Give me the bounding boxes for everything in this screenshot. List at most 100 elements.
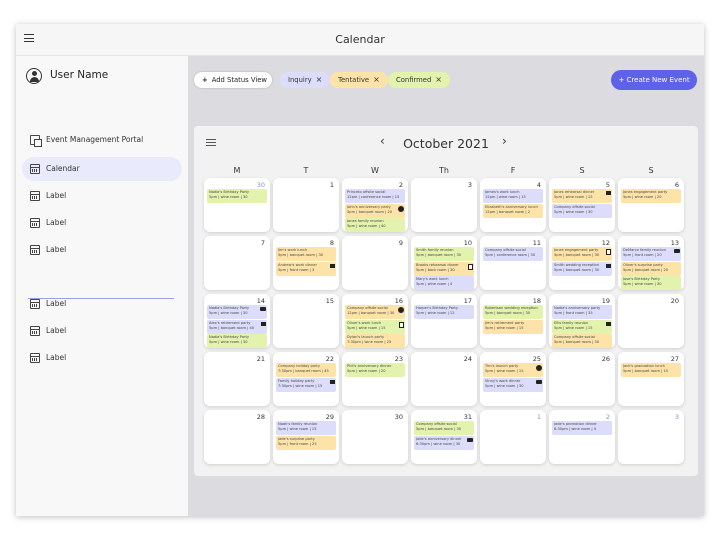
event-card[interactable]: Nadia's Birthday Party 5pm | wine room | … [207,189,267,203]
event-card[interactable]: Jim's work lunch 5pm | banquet room | 30 [276,247,336,261]
event-card[interactable]: Dylan's launch party 7:30pm | wine room |… [345,334,405,348]
add-status-view-button[interactable]: + Add Status View [194,72,272,88]
day-cell[interactable]: 6 Jones engagement party 5pm | wine room |… [618,178,684,232]
day-cell[interactable]: 1 [480,410,546,464]
event-card[interactable]: Company offsite social 5pm | banquet room… [552,334,612,348]
event-card[interactable]: Smith family reunion 5pm | banquet room |… [414,247,474,261]
day-cell[interactable]: 15 [273,294,339,348]
event-card[interactable]: Company offsite social 5pm | wine room | … [552,203,612,218]
event-card[interactable]: Company holiday party 7:30pm | banquet ro… [276,363,336,377]
day-cell[interactable]: 30 [342,410,408,464]
event-card[interactable]: Jose's Birthday Party 5pm | wine room | 3… [621,276,681,290]
day-cell[interactable]: 21 [204,352,270,406]
day-cell[interactable]: 31 Company offsite social 5pm | banquet ro… [411,410,477,464]
event-card[interactable]: Smith wedding reception 5pm | banquet roo… [552,261,612,276]
event-card[interactable]: Jones rehearsal dinner 5pm | wine room | … [552,189,612,203]
day-cell[interactable]: 28 [204,410,270,464]
event-card[interactable]: Jade's surprise party 5pm | front room | … [276,435,336,450]
day-cell[interactable]: 2 Princeto offsite social 12pm | conferenc… [342,178,408,232]
sidebar-item-label-5[interactable]: Label [22,319,182,343]
event-card[interactable]: Company offsite social 5pm | conference r… [483,247,543,261]
event-card[interactable]: Phil's anniversary dinner 5pm | wine room… [345,363,405,377]
day-cell[interactable]: 12 Jones engagement party 5pm | banquet ro… [549,236,615,290]
event-card[interactable]: Jack's graduation lunch 5pm | banquet roo… [621,363,681,377]
day-cell[interactable]: 13 DeMarco family reunion 5pm | front room… [618,236,684,290]
day-cell[interactable]: 11 Company offsite social 5pm | conference… [480,236,546,290]
event-card[interactable]: Jade's anniversary dinner 6:30pm | wine r… [414,435,474,450]
event-card[interactable]: Alex's retirement party 5pm | banquet roo… [207,319,267,334]
filter-chip-inquiry[interactable]: Inquiry × [280,72,331,88]
day-cell[interactable]: 17 Harper's Birthday Party 5pm | wine room… [411,294,477,348]
day-cell[interactable]: 5 Jones rehearsal dinner 5pm | wine room |… [549,178,615,232]
event-card[interactable]: Jones engagement party 5pm | banquet room… [552,247,612,261]
day-cell[interactable]: 18 Robertson wedding reception 5pm | banqu… [480,294,546,348]
sidebar-item-event-management-portal[interactable]: Event Management Portal [22,128,182,152]
prev-month-button[interactable]: ‹ [380,134,385,148]
event-card[interactable]: Vinny's work dinner 5pm | wine room | 30 [483,377,543,392]
day-cell[interactable]: 27 Jack's graduation lunch 5pm | banquet r… [618,352,684,406]
day-cell[interactable]: 7 [204,236,270,290]
event-card[interactable]: Princeto offsite social 12pm | conference… [345,189,405,203]
day-cell[interactable]: 30 Nadia's Birthday Party 5pm | wine room … [204,178,270,232]
day-cell[interactable]: 14 Nadia's Birthday Party 5pm | wine room … [204,294,270,348]
day-cell[interactable]: 8 Jim's work lunch 5pm | banquet room | 30… [273,236,339,290]
day-cell[interactable]: 10 Smith family reunion 5pm | banquet room… [411,236,477,290]
filter-settings-icon[interactable] [206,138,216,147]
sidebar-item-label-4[interactable]: Label [22,292,182,316]
event-card[interactable]: Company offsite social 12pm | banquet roo… [345,305,405,319]
event-card[interactable]: Oliver's work lunch 5pm | wine room | 15 [345,319,405,334]
day-cell[interactable]: 4 James's work lunch 12pm | wine room | 15… [480,178,546,232]
event-card[interactable]: Robertson wedding reception 5pm | banquet… [483,305,543,319]
event-card[interactable]: DeMarco family reunion 5pm | front room |… [621,247,681,261]
day-cell[interactable]: 19 Nadia's anniversary party 5pm | front r… [549,294,615,348]
event-card[interactable]: Andrew's work dinner 5pm | front room | 3 [276,261,336,276]
day-cell[interactable]: 22 Company holiday party 7:30pm | banquet … [273,352,339,406]
event-card[interactable]: Mary's work lunch 5pm | wine room | 4 [414,276,474,290]
day-cell[interactable]: 26 [549,352,615,406]
event-card[interactable]: James's work lunch 12pm | wine room | 15 [483,189,543,203]
sidebar-item-label-2[interactable]: Label [22,211,182,235]
event-card[interactable]: Nadia's Birthday Party 5pm | wine room | … [207,334,267,348]
sidebar-item-label-3[interactable]: Label [22,238,182,262]
sidebar-item-label-6[interactable]: Label [22,346,182,370]
day-cell[interactable]: 20 [618,294,684,348]
create-new-event-button[interactable]: + Create New Event [611,70,697,90]
event-card[interactable]: Jim's retirement party 5pm | wine room | … [483,319,543,334]
event-card[interactable]: Brooks rehearsal dinner 5pm | back room |… [414,261,474,276]
day-cell[interactable]: 23 Phil's anniversary dinner 5pm | wine ro… [342,352,408,406]
event-card[interactable]: Company offsite social 5pm | banquet room… [414,421,474,435]
event-card[interactable]: Noah's family reunion 5pm | wine room | 1… [276,421,336,435]
day-cell[interactable]: 29 Noah's family reunion 5pm | wine room |… [273,410,339,464]
event-card[interactable]: Oliver's surprise party 5pm | banquet roo… [621,261,681,276]
event-card[interactable]: Ellis family reunion 5pm | wine room | 15 [552,319,612,334]
event-card[interactable]: Jones family reunion 5pm | wine room | 40 [345,218,405,232]
event-card[interactable]: Tim's launch party 5pm | wine room | 15 [483,363,543,377]
event-card[interactable]: Elizabeth's anniversary lunch 12pm | banq… [483,203,543,218]
day-cell[interactable]: 2 Jade's promotion dinner 6:30pm | wine ro… [549,410,615,464]
day-cell[interactable]: 3 [411,178,477,232]
day-cell[interactable]: 16 Company offsite social 12pm | banquet r… [342,294,408,348]
event-card[interactable]: Jade's promotion dinner 6:30pm | wine roo… [552,421,612,435]
close-icon[interactable]: × [373,75,380,84]
event-card[interactable]: Harper's Birthday Party 5pm | wine room |… [414,305,474,319]
day-cell[interactable]: 9 [342,236,408,290]
event-card[interactable]: Nadia's anniversary party 5pm | front roo… [552,305,612,319]
event-details: 5pm | wine room | 30 [554,209,593,214]
event-card[interactable]: Nadia's Birthday Party 5pm | wine room | … [207,305,267,319]
next-month-button[interactable]: › [502,134,507,148]
close-icon[interactable]: × [316,75,323,84]
event-card[interactable]: Family holiday party 7:30pm | wine room |… [276,377,336,392]
filter-chip-confirmed[interactable]: Confirmed × [388,72,450,88]
event-details: 5pm | wine room | 30 [485,383,524,388]
user-avatar-icon[interactable] [26,68,42,84]
day-cell[interactable]: 25 Tim's launch party 5pm | wine room | 15… [480,352,546,406]
event-card[interactable]: Jones engagement party 5pm | wine room | … [621,189,681,203]
sidebar-item-calendar[interactable]: Calendar [22,157,182,181]
day-cell[interactable]: 1 [273,178,339,232]
filter-chip-tentative[interactable]: Tentative × [330,72,388,88]
event-card[interactable]: John's anniversary party 5pm | banquet ro… [345,203,405,218]
close-icon[interactable]: × [435,75,442,84]
day-cell[interactable]: 24 [411,352,477,406]
sidebar-item-label-1[interactable]: Label [22,184,182,208]
day-cell[interactable]: 3 [618,410,684,464]
